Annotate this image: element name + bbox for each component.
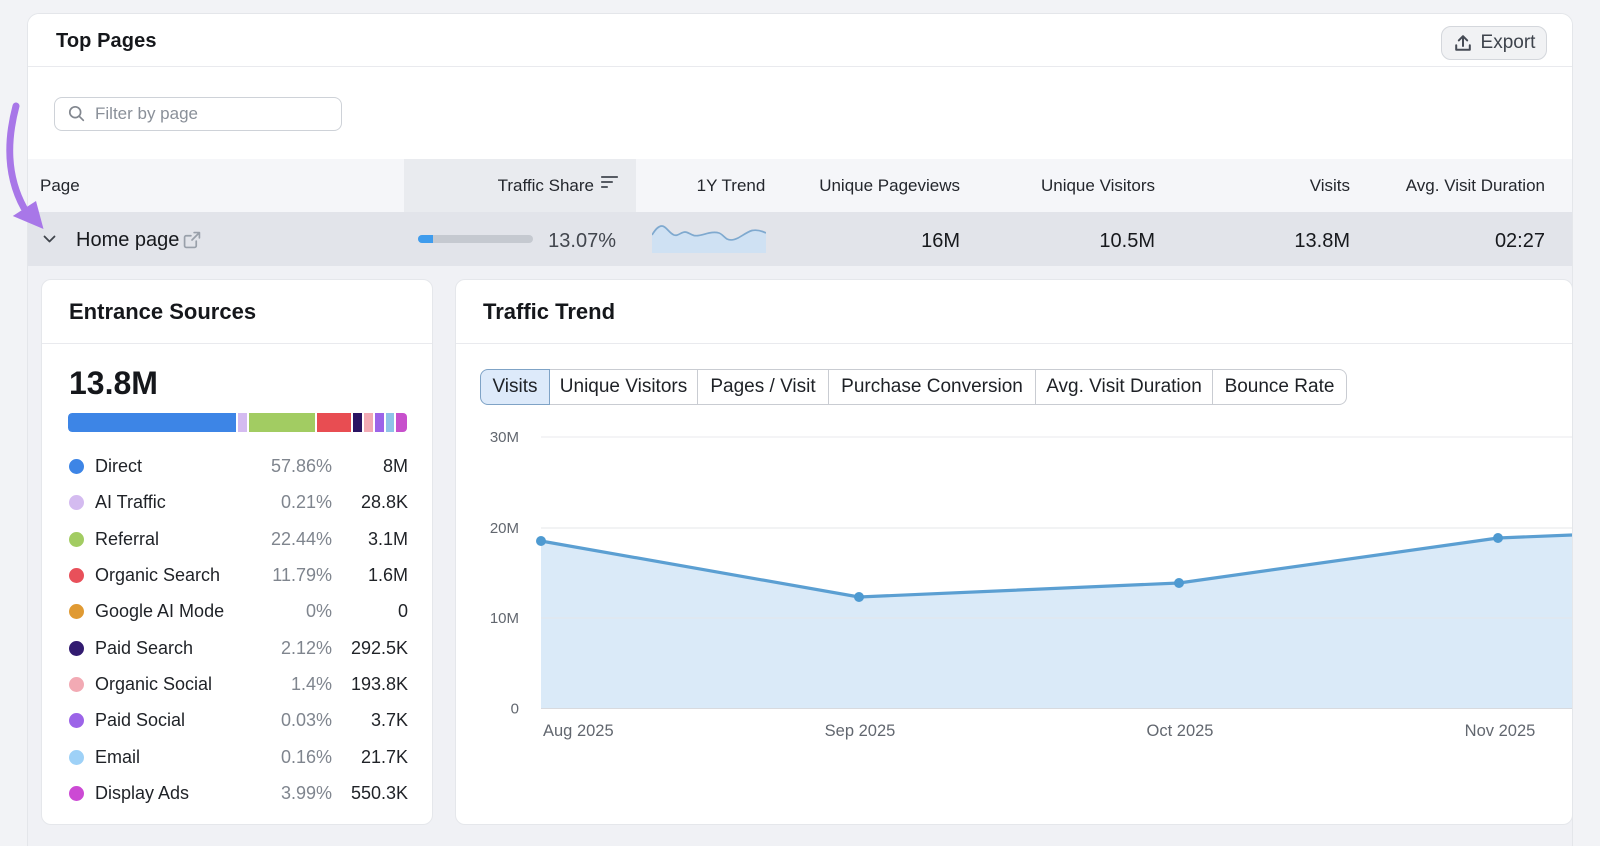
svg-text:0: 0 [511, 701, 519, 718]
svg-text:10M: 10M [490, 610, 519, 627]
svg-text:20M: 20M [490, 520, 519, 537]
svg-text:Oct 2025: Oct 2025 [1147, 722, 1214, 740]
svg-text:Nov 2025: Nov 2025 [1465, 722, 1536, 740]
svg-text:Sep 2025: Sep 2025 [825, 722, 896, 740]
svg-text:Aug 2025: Aug 2025 [543, 722, 614, 740]
svg-text:30M: 30M [490, 429, 519, 446]
